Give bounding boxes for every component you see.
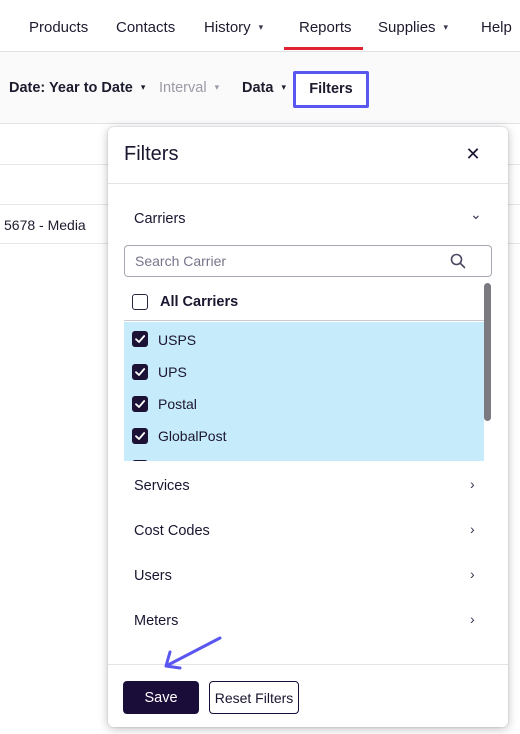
nav-item-help[interactable]: Help (481, 0, 512, 52)
carrier-search-input[interactable] (135, 250, 445, 272)
carrier-checkbox[interactable] (132, 428, 148, 444)
date-dropdown[interactable]: Date: Year to Date ▾ (9, 52, 145, 124)
chevron-right-icon: › (470, 521, 475, 537)
nav-item-contacts[interactable]: Contacts (116, 0, 175, 52)
carrier-label: USPS (158, 332, 197, 348)
list-item-carrier[interactable]: Postal (124, 388, 484, 420)
save-button[interactable]: Save (123, 681, 199, 714)
nav-item-reports[interactable]: Reports (299, 0, 352, 52)
caret-down-icon: ▾ (258, 22, 264, 32)
nav-item-label: History (204, 19, 251, 36)
chevron-right-icon: › (470, 611, 475, 627)
nav-item-label: Supplies (378, 19, 436, 36)
table-cell: 5678 - Media (4, 217, 86, 233)
all-carriers-checkbox[interactable] (132, 294, 148, 310)
all-carriers-row[interactable]: All Carriers (124, 283, 484, 321)
carrier-list: All Carriers USPS UPS Postal GlobalPost (124, 283, 492, 461)
list-item-carrier[interactable] (124, 452, 484, 461)
caret-down-icon: ▾ (443, 22, 449, 32)
search-icon (450, 253, 466, 269)
top-nav: Products Contacts History ▾ Reports Suppl… (0, 0, 520, 52)
nav-item-supplies[interactable]: Supplies ▾ (378, 0, 448, 52)
caret-down-icon: ▾ (281, 82, 286, 92)
list-item-carrier[interactable]: USPS (124, 322, 484, 356)
carrier-label: Postal (158, 396, 197, 412)
interval-dropdown-label: Interval (159, 80, 207, 96)
active-tab-indicator (284, 47, 363, 50)
section-label: Carriers (134, 211, 186, 227)
check-icon (135, 400, 146, 408)
chevron-down-icon: ⌄ (470, 206, 482, 222)
nav-item-history[interactable]: History ▾ (204, 0, 263, 52)
cost-codes-section[interactable]: Cost Codes › (108, 510, 508, 554)
interval-dropdown[interactable]: Interval ▾ (159, 52, 219, 124)
chevron-right-icon: › (470, 476, 475, 492)
section-label: Users (134, 568, 172, 584)
list-item-carrier[interactable]: GlobalPost (124, 420, 484, 452)
data-dropdown[interactable]: Data ▾ (242, 52, 286, 124)
services-section[interactable]: Services › (108, 465, 508, 509)
caret-down-icon: ▾ (214, 82, 220, 92)
nav-item-label: Products (29, 19, 89, 36)
arrow-annotation-icon (164, 636, 222, 670)
nav-item-label: Reports (299, 19, 352, 36)
caret-down-icon: ▾ (140, 82, 146, 92)
filters-button[interactable]: Filters (293, 71, 369, 108)
carrier-checkbox[interactable] (132, 364, 148, 380)
list-item-carrier[interactable]: UPS (124, 356, 484, 388)
scrollbar-thumb[interactable] (484, 283, 491, 421)
users-section[interactable]: Users › (108, 555, 508, 599)
section-label: Meters (134, 613, 179, 629)
nav-item-products[interactable]: Products (29, 0, 88, 52)
data-dropdown-label: Data (242, 80, 274, 96)
carrier-checkbox[interactable] (132, 396, 148, 412)
carrier-search-box (124, 245, 492, 277)
date-dropdown-label: Date: Year to Date (9, 80, 133, 96)
carrier-checkbox[interactable] (132, 460, 148, 461)
report-toolbar: Date: Year to Date ▾ Interval ▾ Data ▾ (0, 52, 520, 124)
check-icon (135, 335, 146, 343)
carrier-label: UPS (158, 364, 187, 380)
all-carriers-label: All Carriers (160, 294, 239, 310)
check-icon (135, 432, 146, 440)
check-icon (135, 368, 146, 376)
section-label: Cost Codes (134, 523, 210, 539)
close-icon[interactable]: ✕ (460, 141, 486, 167)
carrier-checkbox[interactable] (132, 331, 148, 347)
carriers-section-header[interactable]: Carriers ⌄ (108, 198, 508, 242)
modal-header: Filters ✕ (108, 127, 508, 184)
nav-item-label: Contacts (116, 19, 176, 36)
modal-title: Filters (124, 143, 179, 165)
section-label: Services (134, 478, 190, 494)
carrier-label: GlobalPost (158, 428, 227, 444)
chevron-right-icon: › (470, 566, 475, 582)
nav-item-label: Help (481, 19, 512, 36)
reset-filters-button[interactable]: Reset Filters (209, 681, 299, 714)
